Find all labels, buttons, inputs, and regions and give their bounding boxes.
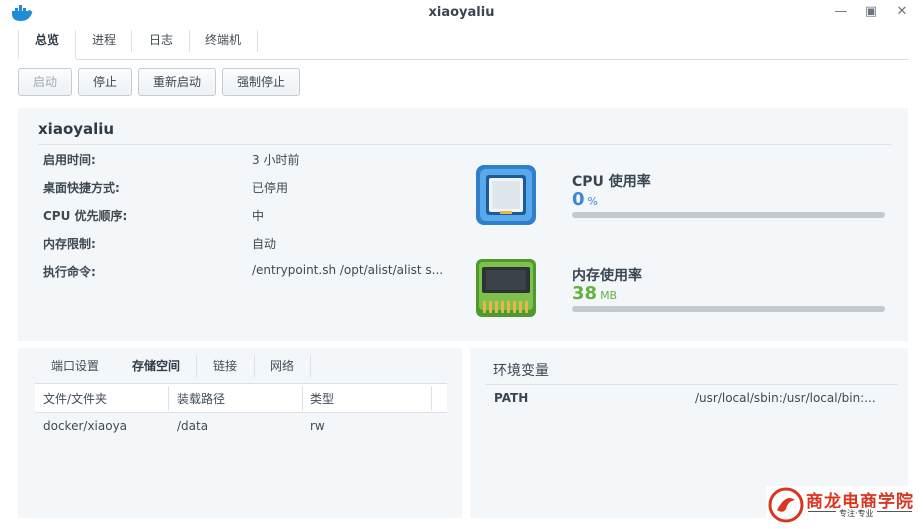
force-stop-button[interactable]: 强制停止 [222,68,300,96]
field-value: 自动 [252,237,277,251]
field-value: 中 [252,209,265,223]
tab-divider [310,355,311,377]
stop-button[interactable]: 停止 [78,68,132,96]
container-name: xiaoyaliu [38,120,115,138]
container-detail-window: xiaoyaliu — ▣ ✕ 总览 进程 日志 终端机 启动 停止 重新启动 … [0,0,923,529]
cpu-usage-label: CPU 使用率 [572,174,651,190]
minimize-icon[interactable]: — [832,4,850,20]
subtab-port-settings[interactable]: 端口设置 [35,355,115,377]
field-label: CPU 优先顺序: [43,209,128,223]
divider [485,384,898,385]
column-divider [302,386,303,411]
window-title: xiaoyaliu [428,5,495,20]
tab-bar: 总览 进程 日志 终端机 [18,26,908,60]
tab-processes[interactable]: 进程 [78,30,130,56]
memory-module-icon [474,255,538,319]
tab-divider [254,355,255,377]
title-bar: xiaoyaliu — ▣ ✕ [0,0,923,26]
maximize-icon[interactable]: ▣ [862,4,880,20]
restart-button[interactable]: 重新启动 [138,68,216,96]
memory-usage-value: 38 MB [572,283,618,304]
env-title: 环境变量 [493,363,549,379]
cpu-usage-value: 0% [572,189,598,210]
memory-usage-label: 内存使用率 [572,268,642,284]
memory-usage-bar [572,306,885,312]
field-label: 桌面快捷方式: [43,181,120,195]
subtab-network[interactable]: 网络 [256,355,308,377]
watermark-subtitle: 专注·专业 [836,508,877,519]
tab-divider [257,30,258,52]
env-var-name: PATH [494,391,529,405]
field-value: 3 小时前 [252,153,300,167]
column-header[interactable]: 类型 [310,390,334,407]
subtab-storage[interactable]: 存储空间 [118,355,194,377]
cpu-usage-bar [572,212,885,218]
field-label: 内存限制: [43,237,96,251]
close-icon[interactable]: ✕ [893,4,911,20]
divider [38,144,892,145]
cpu-icon [474,163,538,227]
field-value: /entrypoint.sh /opt/alist/alist s... [252,263,444,277]
table-cell: docker/xiaoya [43,419,128,433]
watermark-logo-icon [768,487,804,523]
column-divider [431,386,432,411]
tab-divider [196,355,197,377]
watermark: 商龙电商学院 专注·专业 [766,486,918,526]
column-divider [168,386,169,411]
tab-terminal[interactable]: 终端机 [190,30,256,56]
subtab-links[interactable]: 链接 [198,355,252,377]
start-button[interactable]: 启动 [18,68,72,96]
column-header[interactable]: 文件/文件夹 [43,390,107,407]
field-label: 执行命令: [43,265,96,279]
env-var-value: /usr/local/sbin:/usr/local/bin:... [695,391,876,405]
table-cell: /data [177,419,209,433]
column-header[interactable]: 装载路径 [177,390,225,407]
tab-overview[interactable]: 总览 [18,30,76,60]
table-cell: rw [310,419,325,433]
tab-logs[interactable]: 日志 [132,30,190,56]
field-label: 启用时间: [43,153,96,167]
field-value: 已停用 [252,181,289,195]
